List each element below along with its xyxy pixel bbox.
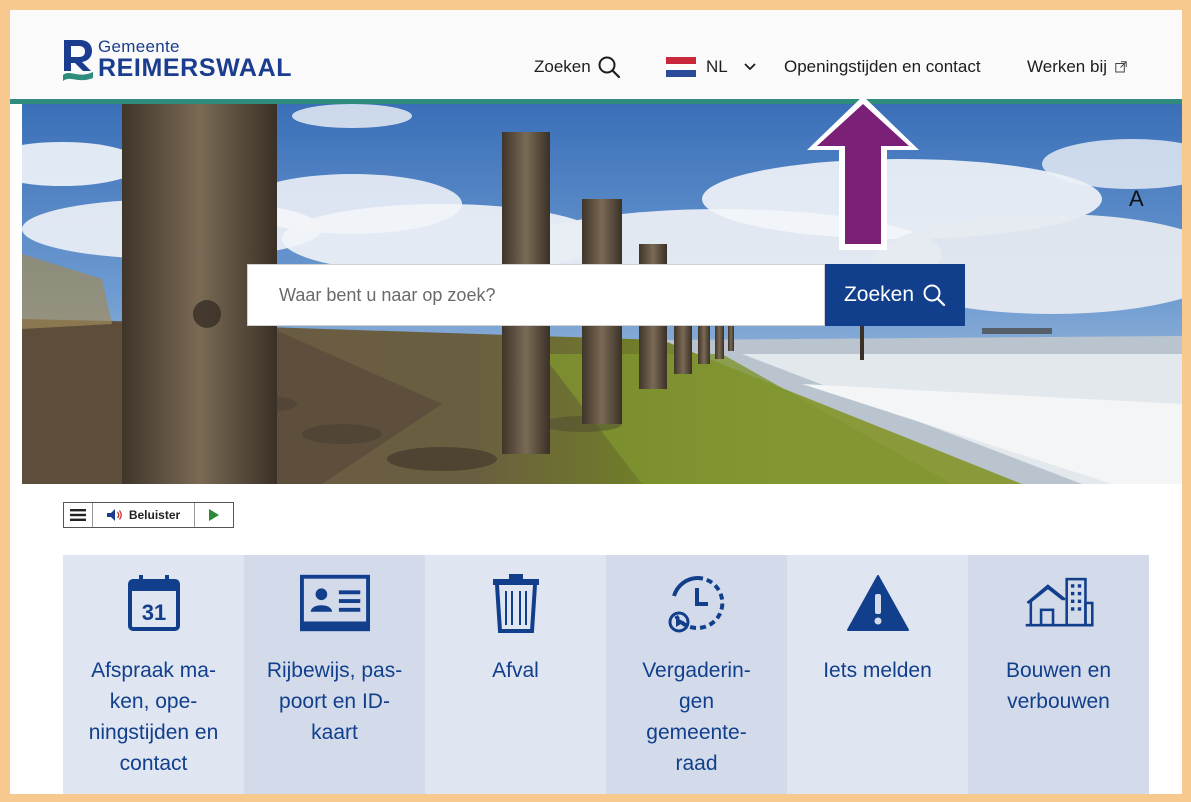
- search-icon: [598, 56, 620, 79]
- speaker-icon: [106, 509, 122, 521]
- tile-bouwen[interactable]: Bouwen en verbouwen: [968, 555, 1149, 794]
- readspeaker-listen-button[interactable]: Beluister: [93, 503, 195, 527]
- tile-afval-label: Afval: [492, 659, 539, 682]
- id-card-icon: [299, 574, 370, 632]
- hero-search-field[interactable]: [247, 264, 825, 326]
- readspeaker-menu-button[interactable]: [64, 503, 93, 527]
- quick-links: 31 Afspraak ma- ken, ope- ningstijden en…: [63, 555, 1149, 794]
- trash-bin-icon: [492, 574, 539, 633]
- nav-werken-label: Werken bij: [1027, 57, 1107, 76]
- svg-text:31: 31: [141, 600, 165, 625]
- search-icon: [923, 284, 946, 307]
- calendar-icon: 31: [127, 575, 180, 631]
- logo-bottom-text: REIMERSWAAL: [98, 54, 293, 82]
- tile-iets-melden-label: Iets melden: [823, 659, 932, 682]
- play-icon: [209, 509, 219, 521]
- tile-iets-melden[interactable]: Iets melden: [787, 555, 968, 794]
- hero-search-button[interactable]: Zoeken: [825, 264, 965, 326]
- menu-icon: [70, 509, 86, 521]
- logo-mark-icon: [63, 40, 93, 81]
- tile-afval[interactable]: Afval: [425, 555, 606, 794]
- nav-contact-link[interactable]: Openingstijden en contact: [784, 54, 981, 80]
- chevron-down-icon: [744, 63, 756, 71]
- meeting-clock-icon: [668, 575, 724, 633]
- hero-search-input[interactable]: [248, 265, 824, 325]
- buildings-icon: [1025, 577, 1094, 627]
- site-header: Gemeente REIMERSWAAL Zoeken NL Openingst…: [10, 10, 1182, 99]
- language-label: NL: [706, 57, 728, 76]
- page-frame: Gemeente REIMERSWAAL Zoeken NL Openingst…: [10, 10, 1182, 794]
- readspeaker-bar: Beluister: [63, 502, 234, 528]
- tile-rijbewijs[interactable]: Rijbewijs, pas- poort en ID- kaart: [244, 555, 425, 794]
- tile-rijbewijs-label: Rijbewijs, pas- poort en ID- kaart: [266, 659, 403, 744]
- nav-werken-link[interactable]: Werken bij: [1027, 54, 1127, 80]
- tile-afspraak[interactable]: 31 Afspraak ma- ken, ope- ningstijden en…: [63, 555, 244, 794]
- tile-afspraak-label: Afspraak ma- ken, ope- ningstijden en co…: [88, 659, 219, 775]
- annotation-arrow-icon: [807, 96, 919, 250]
- netherlands-flag-icon: [666, 57, 696, 77]
- tile-vergaderingen[interactable]: Vergaderin- gen gemeente- raad: [606, 555, 787, 794]
- readspeaker-listen-label: Beluister: [128, 508, 181, 522]
- warning-icon: [846, 575, 909, 631]
- nav-search-link[interactable]: Zoeken: [534, 54, 621, 80]
- external-link-icon: [1115, 61, 1127, 73]
- language-selector[interactable]: NL: [666, 54, 756, 80]
- nav-contact-label: Openingstijden en contact: [784, 57, 981, 76]
- tile-vergaderingen-label: Vergaderin- gen gemeente- raad: [642, 659, 751, 775]
- readspeaker-play-button[interactable]: [195, 503, 233, 527]
- tile-bouwen-label: Bouwen en verbouwen: [1005, 659, 1112, 713]
- nav-search-label: Zoeken: [534, 57, 591, 76]
- site-logo[interactable]: Gemeente REIMERSWAAL: [62, 38, 292, 84]
- hero-search-button-label: Zoeken: [843, 283, 915, 306]
- logo-top-text: Gemeente: [98, 37, 180, 56]
- annotation-letter: A: [1129, 186, 1144, 211]
